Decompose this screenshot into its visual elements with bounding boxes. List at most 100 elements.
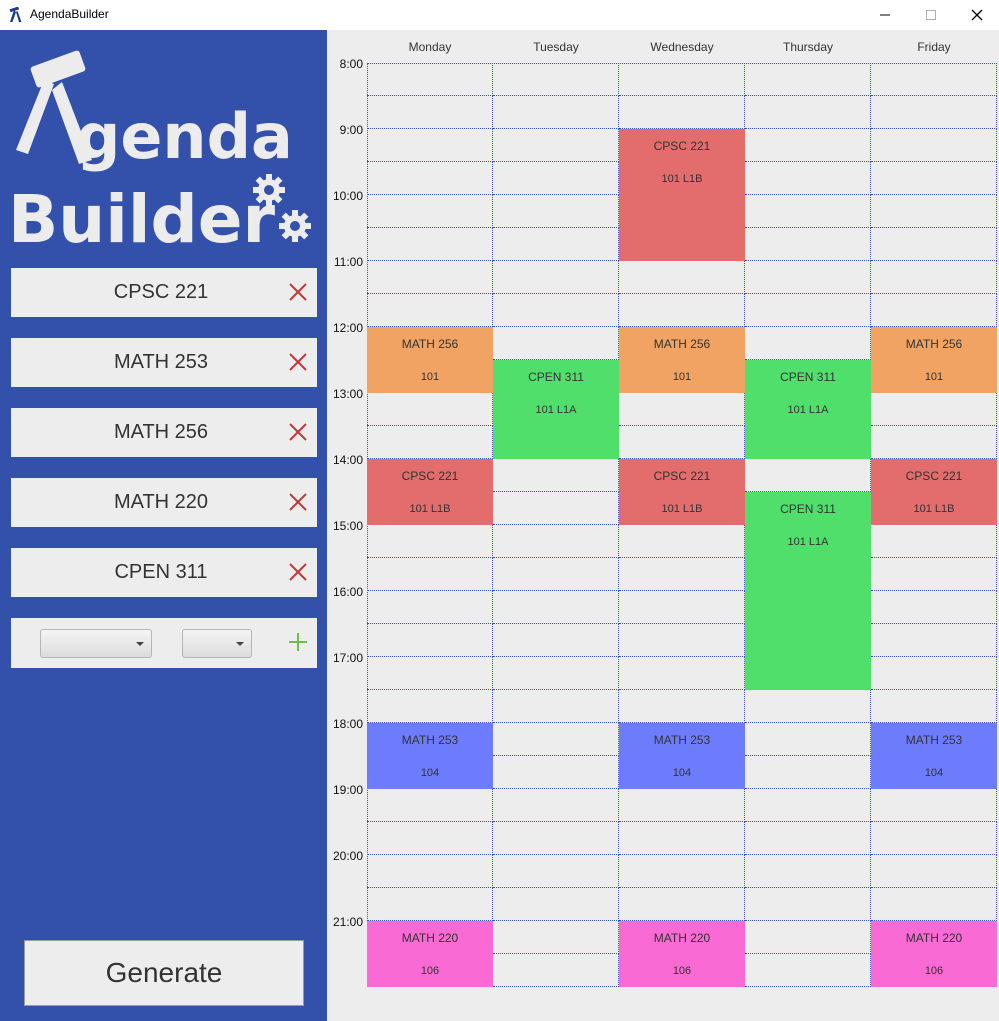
time-label: 8:00 — [339, 57, 363, 71]
time-label: 18:00 — [332, 717, 363, 731]
time-slot-cell — [493, 690, 619, 723]
chevron-down-icon — [136, 642, 144, 646]
course-block[interactable]: CPSC 221 101 L1B — [619, 129, 745, 261]
course-block[interactable]: MATH 220 106 — [871, 921, 997, 987]
gear-icon — [279, 210, 311, 242]
course-block-section: 101 L1A — [787, 404, 829, 416]
course-block-title: CPSC 221 — [653, 469, 711, 483]
time-slot-cell — [493, 327, 619, 360]
time-slot-cell — [871, 591, 997, 624]
course-block[interactable]: CPEN 311 101 L1A — [745, 492, 871, 690]
course-block[interactable]: MATH 220 106 — [367, 921, 493, 987]
course-block-title: MATH 253 — [905, 733, 963, 747]
day-header: Wednesday — [650, 40, 714, 54]
course-block-title: MATH 256 — [653, 337, 711, 351]
time-slot-cell — [619, 525, 745, 558]
course-block[interactable]: MATH 253 104 — [871, 723, 997, 789]
time-slot-cell — [619, 261, 745, 294]
course-block-title: MATH 220 — [653, 931, 711, 945]
time-slot-cell — [493, 723, 619, 756]
remove-course-icon[interactable] — [288, 352, 308, 372]
time-slot-cell — [367, 63, 493, 96]
svg-text:Builder: Builder — [8, 181, 276, 258]
course-block-section: 101 L1A — [535, 404, 577, 416]
time-label: 10:00 — [332, 189, 363, 203]
maximize-icon — [926, 10, 936, 20]
course-block[interactable]: CPEN 311 101 L1A — [493, 360, 619, 459]
time-slot-cell — [871, 789, 997, 822]
time-slot-cell — [871, 129, 997, 162]
course-block[interactable]: MATH 256 101 — [871, 327, 997, 393]
time-slot-cell — [745, 921, 871, 954]
time-slot-cell — [745, 261, 871, 294]
course-block[interactable]: MATH 256 101 — [367, 327, 493, 393]
time-slot-cell — [619, 657, 745, 690]
course-block-section: 101 L1B — [913, 503, 955, 515]
sidebar: genda Builder CPSC 221 MATH 253 MATH 256… — [0, 30, 327, 1021]
course-block[interactable]: CPEN 311 101 L1A — [745, 360, 871, 459]
time-slot-cell — [871, 558, 997, 591]
course-block[interactable]: MATH 253 104 — [619, 723, 745, 789]
time-slot-cell — [493, 261, 619, 294]
course-block-section: 101 L1B — [661, 503, 703, 515]
course-block-section: 101 L1B — [409, 503, 451, 515]
time-label: 20:00 — [332, 849, 363, 863]
minimize-icon — [880, 14, 890, 16]
time-slot-cell — [493, 657, 619, 690]
time-slot-cell — [745, 459, 871, 492]
time-label: 14:00 — [332, 453, 363, 467]
time-slot-cell — [619, 624, 745, 657]
plus-icon[interactable] — [287, 631, 309, 653]
chevron-down-icon — [236, 642, 244, 646]
time-slot-cell — [745, 96, 871, 129]
time-slot-cell — [493, 888, 619, 921]
time-slot-cell — [493, 921, 619, 954]
close-button[interactable] — [954, 0, 999, 30]
window-title: AgendaBuilder — [30, 7, 109, 21]
time-slot-cell — [871, 426, 997, 459]
remove-course-icon[interactable] — [288, 492, 308, 512]
time-label: 17:00 — [332, 651, 363, 665]
time-slot-cell — [745, 723, 871, 756]
time-slot-cell — [367, 195, 493, 228]
course-block[interactable]: CPSC 221 101 L1B — [619, 459, 745, 525]
course-block[interactable]: MATH 256 101 — [619, 327, 745, 393]
course-block[interactable]: CPSC 221 101 L1B — [367, 459, 493, 525]
time-label: 9:00 — [339, 123, 363, 137]
time-slot-cell — [367, 822, 493, 855]
course-block[interactable]: MATH 220 106 — [619, 921, 745, 987]
time-slot-cell — [745, 228, 871, 261]
time-slot-cell — [619, 96, 745, 129]
day-header: Monday — [408, 40, 452, 54]
time-slot-cell — [367, 525, 493, 558]
course-block[interactable]: CPSC 221 101 L1B — [871, 459, 997, 525]
time-slot-cell — [493, 558, 619, 591]
remove-course-icon[interactable] — [288, 562, 308, 582]
time-slot-cell — [367, 789, 493, 822]
time-slot-cell — [871, 855, 997, 888]
maximize-button[interactable] — [908, 0, 954, 30]
course-block-title: CPSC 221 — [401, 469, 459, 483]
department-dropdown[interactable] — [40, 629, 152, 658]
time-slot-cell — [619, 558, 745, 591]
time-slot-cell — [367, 261, 493, 294]
course-number-dropdown[interactable] — [182, 629, 252, 658]
time-slot-cell — [745, 756, 871, 789]
remove-course-icon[interactable] — [288, 282, 308, 302]
course-block[interactable]: MATH 253 104 — [367, 723, 493, 789]
time-slot-cell — [367, 294, 493, 327]
minimize-button[interactable] — [862, 0, 908, 30]
time-slot-cell — [367, 426, 493, 459]
course-card: CPEN 311 — [11, 548, 317, 597]
time-slot-cell — [619, 855, 745, 888]
remove-course-icon[interactable] — [288, 422, 308, 442]
time-slot-cell — [745, 855, 871, 888]
time-slot-cell — [493, 228, 619, 261]
day-header: Thursday — [782, 40, 834, 54]
app-icon — [9, 7, 22, 22]
course-block-title: MATH 253 — [653, 733, 711, 747]
time-slot-cell — [745, 954, 871, 987]
gear-icon — [253, 174, 285, 206]
course-block-section: 104 — [924, 767, 944, 779]
generate-button[interactable]: Generate — [24, 940, 304, 1006]
